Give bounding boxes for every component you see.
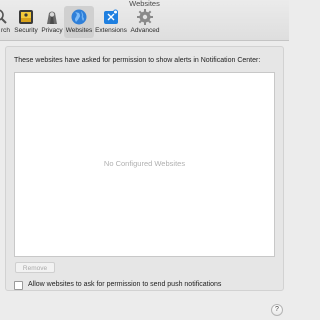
tab-extensions[interactable]: Extensions xyxy=(94,6,128,38)
help-button[interactable]: ? xyxy=(271,304,283,316)
privacy-icon xyxy=(43,8,61,26)
tab-websites[interactable]: Websites xyxy=(64,6,94,38)
push-permission-checkbox[interactable] xyxy=(14,281,23,290)
gear-icon xyxy=(136,8,154,26)
tab-search-label: rch xyxy=(0,27,10,34)
tab-search[interactable]: rch xyxy=(0,6,12,38)
preferences-window: Websites rch Security Privacy Websites E… xyxy=(0,0,289,320)
websites-panel: These websites have asked for permission… xyxy=(5,46,284,291)
tab-websites-label: Websites xyxy=(65,27,93,34)
tab-privacy-label: Privacy xyxy=(41,27,63,34)
websites-list[interactable]: No Configured Websites xyxy=(14,72,275,257)
tab-privacy[interactable]: Privacy xyxy=(40,6,64,38)
toolbar: Websites rch Security Privacy Websites E… xyxy=(0,0,289,41)
panel-heading: These websites have asked for permission… xyxy=(14,57,261,64)
magnifier-icon xyxy=(0,8,8,26)
security-icon xyxy=(17,8,35,26)
globe-icon xyxy=(70,8,88,26)
remove-button[interactable]: Remove xyxy=(15,262,55,273)
tab-advanced-label: Advanced xyxy=(130,27,160,34)
empty-list-text: No Configured Websites xyxy=(103,159,186,168)
push-permission-label: Allow websites to ask for permission to … xyxy=(28,281,222,288)
tab-extensions-label: Extensions xyxy=(95,27,127,34)
tab-security-label: Security xyxy=(14,27,38,34)
tab-security[interactable]: Security xyxy=(12,6,40,38)
puzzle-icon xyxy=(102,8,120,26)
tab-advanced[interactable]: Advanced xyxy=(128,6,162,38)
